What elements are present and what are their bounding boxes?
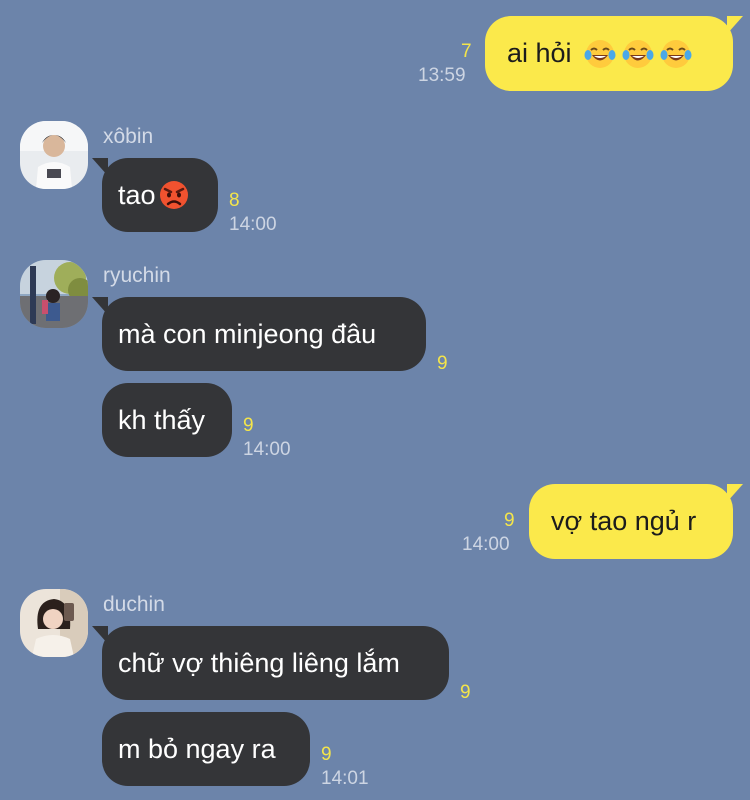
angry-face-emoji xyxy=(159,181,188,209)
message-time: 14:00 xyxy=(462,534,510,555)
message-text: vợ tao ngủ r xyxy=(551,506,697,536)
incoming-message-bubble[interactable]: m bỏ ngay ra xyxy=(102,712,310,786)
unread-count: 9 xyxy=(243,415,254,436)
message-time: 14:01 xyxy=(321,768,369,789)
sender-name: duchin xyxy=(103,593,165,616)
profile-photo-icon xyxy=(20,589,88,657)
avatar-duchin[interactable] xyxy=(20,589,88,657)
message-time: 14:00 xyxy=(243,439,291,460)
sender-name: ryuchin xyxy=(103,264,171,287)
profile-photo-icon xyxy=(20,260,88,328)
avatar-ryuchin[interactable] xyxy=(20,260,88,328)
incoming-message-bubble[interactable]: kh thấy xyxy=(102,383,232,457)
message-text: tao xyxy=(118,179,156,210)
bubble-tail xyxy=(92,158,108,176)
avatar-xobin[interactable] xyxy=(20,121,88,189)
message-text: ai hỏi xyxy=(507,38,572,68)
bubble-tail xyxy=(92,626,108,644)
message-time: 14:00 xyxy=(229,214,277,235)
message-text: m bỏ ngay ra xyxy=(118,733,276,764)
message-text: kh thấy xyxy=(118,404,206,435)
sender-name: xôbin xyxy=(103,125,154,148)
unread-count: 9 xyxy=(460,682,471,703)
message-time: 13:59 xyxy=(418,65,466,86)
bubble-tail xyxy=(727,16,743,34)
incoming-message-bubble[interactable]: chữ vợ thiêng liêng lắm xyxy=(92,626,449,700)
unread-count: 9 xyxy=(321,744,332,765)
message-text: chữ vợ thiêng liêng lắm xyxy=(118,647,400,678)
unread-count: 8 xyxy=(229,190,240,211)
outgoing-message-bubble[interactable]: vợ tao ngủ r xyxy=(529,484,743,559)
bubble-tail xyxy=(92,297,108,315)
tears-of-joy-emoji xyxy=(584,39,616,68)
unread-count: 7 xyxy=(461,41,472,62)
unread-count: 9 xyxy=(437,353,448,374)
bubble-tail xyxy=(727,484,743,502)
unread-count: 9 xyxy=(504,510,515,531)
profile-photo-icon xyxy=(20,121,88,189)
tears-of-joy-emoji xyxy=(660,39,692,68)
incoming-message-bubble[interactable]: tao xyxy=(92,158,218,232)
message-text: mà con minjeong đâu xyxy=(118,318,377,349)
outgoing-message-bubble[interactable]: ai hỏi xyxy=(485,16,743,91)
tears-of-joy-emoji xyxy=(622,39,654,68)
incoming-message-bubble[interactable]: mà con minjeong đâu xyxy=(92,297,426,371)
